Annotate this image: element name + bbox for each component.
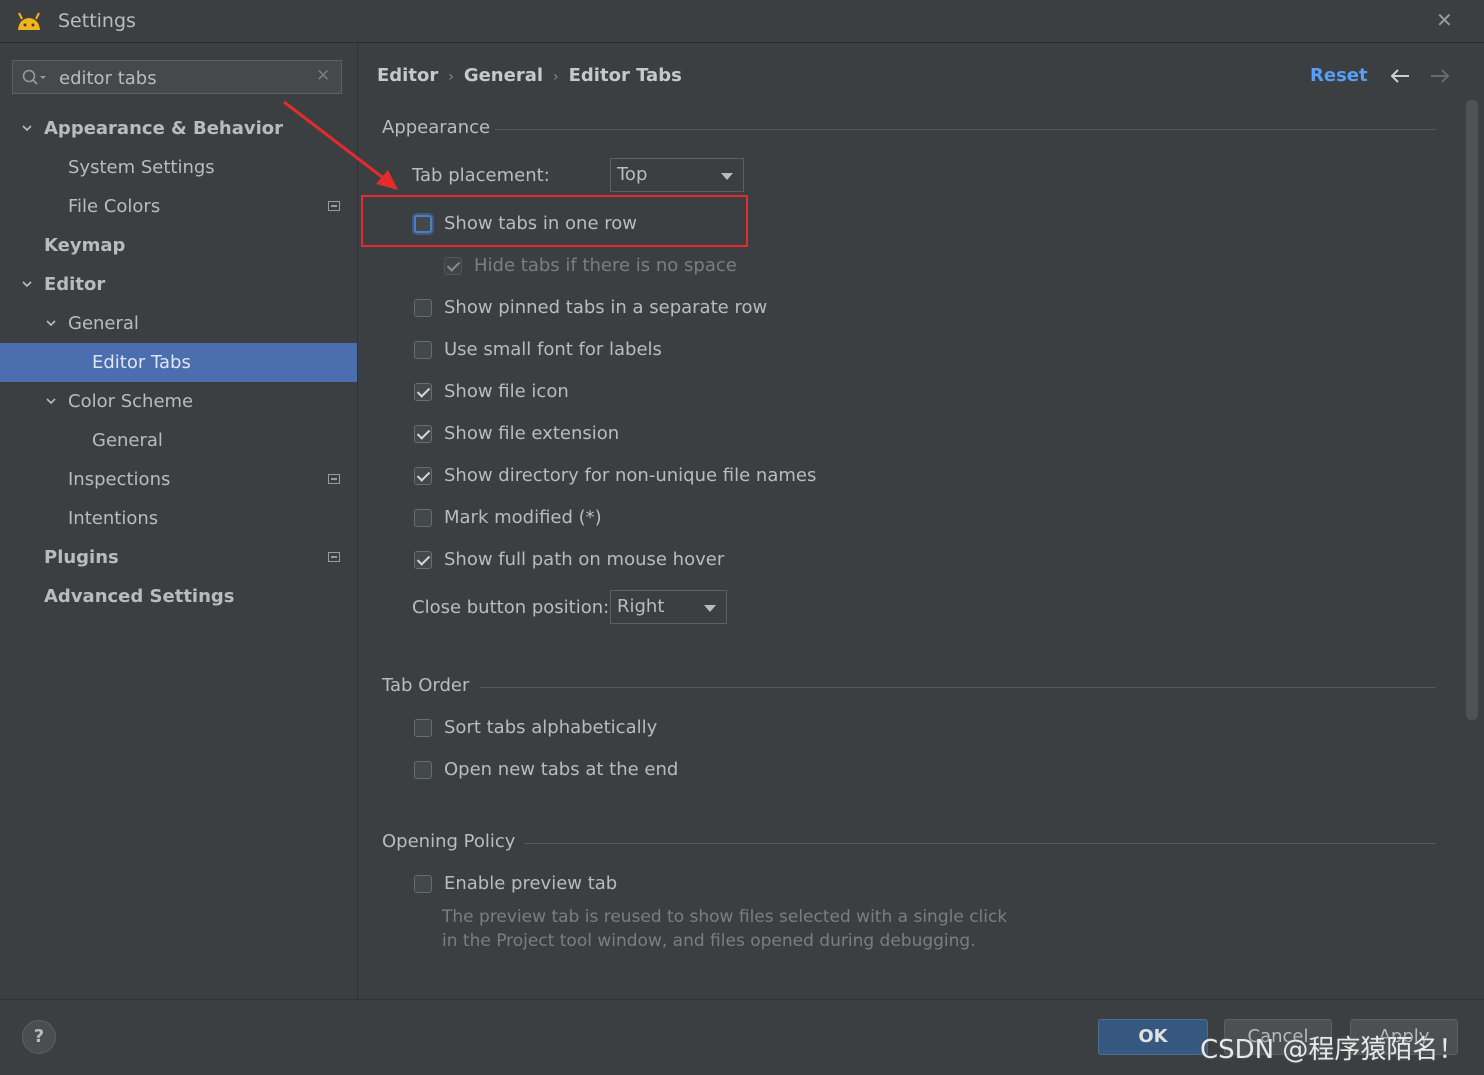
sidebar-item-intentions[interactable]: Intentions [0, 499, 357, 538]
sidebar-item-inspections[interactable]: Inspections [0, 460, 357, 499]
chevron-down-icon [704, 605, 716, 612]
sidebar-item-color-scheme-general[interactable]: General [0, 421, 357, 460]
arrow-left-icon[interactable] [1389, 67, 1411, 85]
show-pinned-separate-checkbox[interactable] [414, 299, 432, 317]
sort-alphabetically-label[interactable]: Sort tabs alphabetically [444, 717, 657, 738]
sidebar-item-label: Plugins [44, 547, 119, 568]
content-scrollbar[interactable] [1466, 100, 1478, 720]
small-font-checkbox[interactable] [414, 341, 432, 359]
search-input[interactable] [57, 64, 311, 92]
sort-alphabetically-checkbox[interactable] [414, 719, 432, 737]
android-studio-icon [18, 12, 40, 30]
mark-modified-label[interactable]: Mark modified (*) [444, 507, 602, 528]
annotation-arrow [283, 100, 398, 190]
mark-modified-checkbox[interactable] [414, 509, 432, 527]
hide-tabs-no-space-checkbox[interactable] [444, 257, 462, 275]
search-icon [22, 69, 46, 85]
close-button-position-value: Right [617, 596, 665, 617]
sidebar-item-editor[interactable]: Editor [0, 265, 357, 304]
enable-preview-label[interactable]: Enable preview tab [444, 873, 617, 894]
show-file-extension-checkbox[interactable] [414, 425, 432, 443]
small-font-label[interactable]: Use small font for labels [444, 339, 662, 360]
sidebar-item-label: System Settings [68, 157, 215, 178]
close-button-position-label: Close button position: [412, 597, 610, 618]
sidebar-item-editor-tabs[interactable]: Editor Tabs [0, 343, 357, 382]
chevron-down-icon [46, 398, 56, 405]
chevron-down-icon [22, 281, 32, 288]
sidebar-item-label: Appearance & Behavior [44, 118, 284, 139]
preview-description-line: in the Project tool window, and files op… [442, 931, 976, 951]
preview-description: The preview tab is reused to show files … [442, 905, 1042, 953]
breadcrumb-editor-tabs: Editor Tabs [568, 65, 682, 86]
arrow-right-icon[interactable] [1429, 67, 1451, 85]
reset-link[interactable]: Reset [1310, 65, 1368, 86]
section-divider [480, 687, 1436, 688]
show-file-icon-checkbox[interactable] [414, 383, 432, 401]
window-title: Settings [58, 10, 136, 32]
sidebar-item-label: File Colors [68, 196, 161, 217]
chevron-down-icon [46, 320, 56, 327]
sidebar-item-label: Inspections [68, 469, 171, 490]
close-icon[interactable]: ✕ [1436, 8, 1453, 32]
sidebar-item-advanced-settings[interactable]: Advanced Settings [0, 577, 357, 616]
sidebar-item-plugins[interactable]: Plugins [0, 538, 357, 577]
project-level-icon [328, 474, 340, 484]
settings-content: Editor › General › Editor Tabs Reset Appeara… [358, 43, 1484, 999]
sidebar-item-label: Advanced Settings [44, 586, 235, 607]
show-directory-checkbox[interactable] [414, 467, 432, 485]
sidebar-item-label: Intentions [68, 508, 159, 529]
enable-preview-checkbox[interactable] [414, 875, 432, 893]
help-button[interactable]: ? [22, 1020, 56, 1054]
watermark-text: CSDN @程序猿陌名！ [1200, 1035, 1465, 1065]
close-button-position-select[interactable]: Right [610, 590, 727, 624]
ok-button[interactable]: OK [1098, 1019, 1208, 1055]
section-divider [524, 843, 1436, 844]
sidebar-item-label: General [92, 430, 163, 451]
project-level-icon [328, 552, 340, 562]
project-level-icon [328, 201, 340, 211]
breadcrumb-editor[interactable]: Editor [377, 65, 438, 86]
show-file-extension-label[interactable]: Show file extension [444, 423, 619, 444]
hide-tabs-no-space-label[interactable]: Hide tabs if there is no space [474, 255, 737, 276]
sidebar-item-keymap[interactable]: Keymap [0, 226, 357, 265]
chevron-down-icon [22, 125, 32, 132]
tab-placement-value: Top [617, 164, 648, 185]
open-at-end-checkbox[interactable] [414, 761, 432, 779]
show-directory-label[interactable]: Show directory for non-unique file names [444, 465, 816, 486]
chevron-down-icon [721, 173, 733, 180]
breadcrumb-separator: › [553, 69, 559, 85]
annotation-highlight-box [361, 195, 748, 247]
sidebar-item-label: Editor [44, 274, 106, 295]
open-at-end-label[interactable]: Open new tabs at the end [444, 759, 678, 780]
sidebar-item-label: Editor Tabs [92, 352, 191, 373]
section-tab-order-title: Tab Order [382, 675, 470, 696]
sidebar-item-color-scheme[interactable]: Color Scheme [0, 382, 357, 421]
show-pinned-separate-label[interactable]: Show pinned tabs in a separate row [444, 297, 767, 318]
breadcrumb-separator: › [448, 69, 454, 85]
sidebar-item-label: Keymap [44, 235, 126, 256]
section-opening-policy-title: Opening Policy [382, 831, 516, 852]
sidebar-item-label: Color Scheme [68, 391, 194, 412]
tab-placement-label: Tab placement: [412, 165, 550, 186]
preview-description-line: The preview tab is reused to show files … [442, 907, 1008, 927]
title-bar: Settings ✕ [0, 0, 1484, 43]
tab-placement-select[interactable]: Top [610, 158, 744, 192]
show-full-path-checkbox[interactable] [414, 551, 432, 569]
breadcrumb-general[interactable]: General [464, 65, 543, 86]
clear-search-icon[interactable]: ✕ [316, 66, 330, 86]
show-file-icon-label[interactable]: Show file icon [444, 381, 569, 402]
show-full-path-label[interactable]: Show full path on mouse hover [444, 549, 724, 570]
sidebar-item-general[interactable]: General [0, 304, 357, 343]
search-box: ✕ [12, 60, 342, 94]
section-divider [495, 129, 1436, 130]
sidebar-item-label: General [68, 313, 139, 334]
breadcrumb: Editor › General › Editor Tabs [377, 65, 682, 86]
